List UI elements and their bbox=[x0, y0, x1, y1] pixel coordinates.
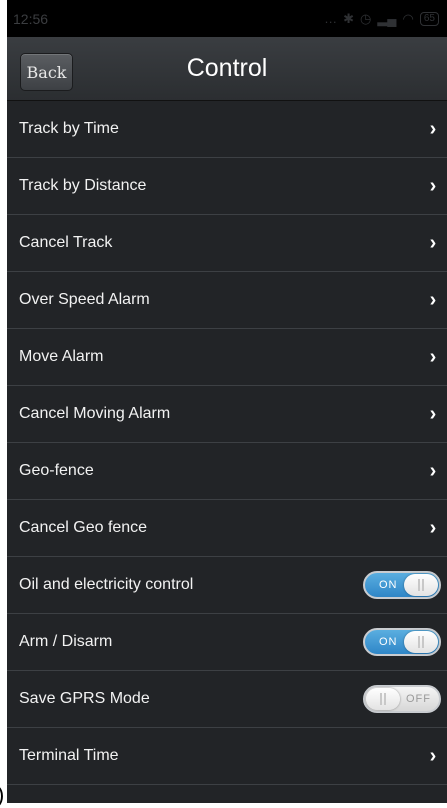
list-item-label: Track by Distance bbox=[19, 177, 147, 194]
list-item-label: Cancel Moving Alarm bbox=[19, 405, 171, 422]
chevron-right-icon: › bbox=[429, 345, 437, 368]
phone-screen: 12:56 … ✱ ◷ ▂▄ ◠ 65 Back Control Track b… bbox=[7, 0, 447, 803]
toggle-state-label: ON bbox=[379, 636, 398, 648]
toggle-state-label: ON bbox=[379, 579, 398, 591]
toggle-knob bbox=[404, 574, 438, 596]
toggle-knob bbox=[404, 631, 438, 653]
chevron-right-icon: › bbox=[429, 744, 437, 767]
chevron-right-icon: › bbox=[429, 174, 437, 197]
battery-icon: 65 bbox=[419, 11, 439, 26]
status-icons: … ✱ ◷ ▂▄ ◠ 65 bbox=[324, 11, 439, 27]
chevron-right-icon: › bbox=[429, 459, 437, 482]
list-item-label: Arm / Disarm bbox=[19, 633, 113, 650]
chevron-right-icon: › bbox=[429, 402, 437, 425]
control-list: Track by Time › Track by Distance › Cancel T… bbox=[7, 101, 447, 785]
list-item[interactable]: Cancel Geo fence › bbox=[7, 500, 447, 557]
list-item-label: Over Speed Alarm bbox=[19, 291, 150, 308]
chevron-right-icon: › bbox=[429, 516, 437, 539]
title-bar: Back Control bbox=[7, 37, 447, 101]
bluetooth-icon: ✱ bbox=[343, 10, 354, 26]
toggle-switch[interactable]: ON bbox=[363, 571, 441, 599]
list-item[interactable]: Terminal Time › bbox=[7, 728, 447, 785]
toggle-knob bbox=[366, 688, 400, 710]
list-item[interactable]: Track by Distance › bbox=[7, 158, 447, 215]
list-item[interactable]: Oil and electricity control ON bbox=[7, 557, 447, 614]
list-item[interactable]: Geo-fence › bbox=[7, 443, 447, 500]
list-item-label: Oil and electricity control bbox=[19, 576, 194, 593]
status-bar: 12:56 … ✱ ◷ ▂▄ ◠ 65 bbox=[7, 0, 447, 37]
more-dots-icon: … bbox=[324, 11, 338, 26]
back-button[interactable]: Back bbox=[20, 53, 73, 91]
toggle-switch[interactable]: OFF bbox=[363, 685, 441, 713]
list-item[interactable]: Save GPRS Mode OFF bbox=[7, 671, 447, 728]
page-title: Control bbox=[186, 54, 268, 82]
list-item[interactable]: Cancel Track › bbox=[7, 215, 447, 272]
list-item[interactable]: Arm / Disarm ON bbox=[7, 614, 447, 671]
edge-glyph: ) bbox=[0, 782, 4, 808]
list-item[interactable]: Cancel Moving Alarm › bbox=[7, 386, 447, 443]
list-item-label: Track by Time bbox=[19, 120, 119, 137]
list-item[interactable]: Over Speed Alarm › bbox=[7, 272, 447, 329]
list-item-label: Cancel Geo fence bbox=[19, 519, 148, 536]
alarm-icon: ◷ bbox=[359, 10, 372, 26]
list-item-label: Geo-fence bbox=[19, 462, 94, 479]
list-item-label: Terminal Time bbox=[19, 747, 119, 764]
chevron-right-icon: › bbox=[429, 231, 437, 254]
list-item-label: Cancel Track bbox=[19, 234, 113, 251]
list-item[interactable]: Track by Time › bbox=[7, 101, 447, 158]
chevron-right-icon: › bbox=[429, 288, 437, 311]
list-item-label: Move Alarm bbox=[19, 348, 104, 365]
list-item-label: Save GPRS Mode bbox=[19, 690, 150, 707]
status-time: 12:56 bbox=[13, 10, 49, 27]
chevron-right-icon: › bbox=[429, 117, 437, 140]
toggle-switch[interactable]: ON bbox=[363, 628, 441, 656]
wifi-icon: ◠ bbox=[402, 10, 414, 26]
signal-icon: ▂▄ bbox=[377, 10, 397, 26]
list-item[interactable]: Move Alarm › bbox=[7, 329, 447, 386]
toggle-state-label: OFF bbox=[406, 693, 431, 705]
